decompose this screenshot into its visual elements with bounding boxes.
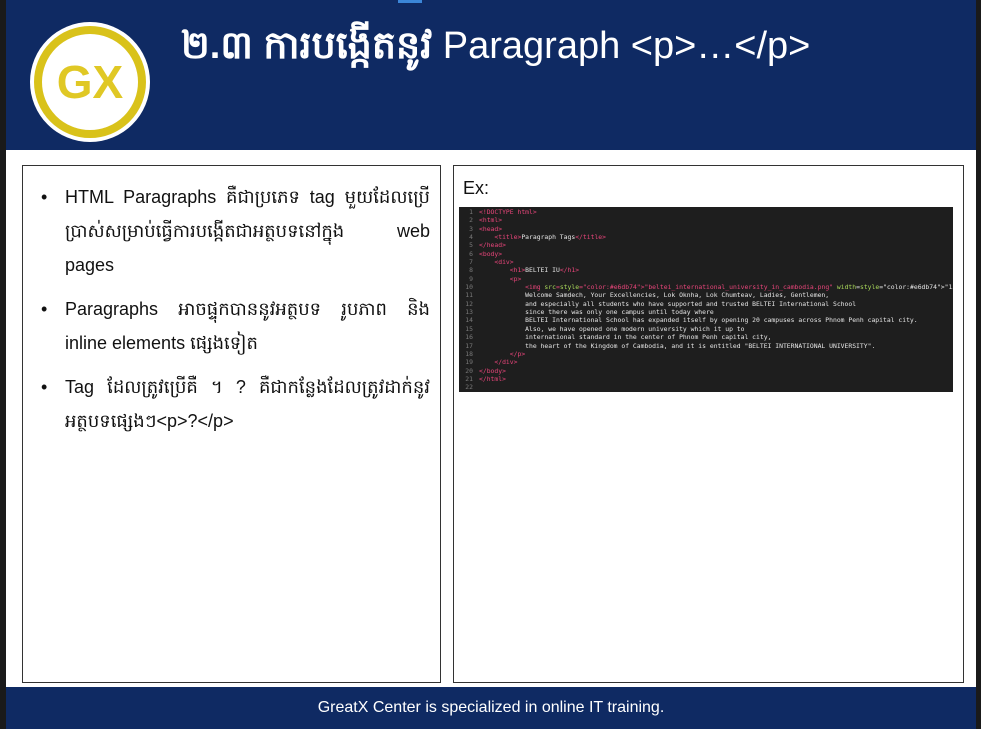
greatx-logo: GX [30, 22, 150, 142]
code-line: 8 <h1>BELTEI IU</h1> [459, 266, 953, 274]
code-text: Also, we have opened one modern universi… [479, 324, 745, 333]
line-number: 7 [469, 258, 473, 267]
code-text: </body> [479, 366, 506, 375]
code-line: 14 BELTEI International School has expan… [459, 316, 953, 324]
code-text: <head> [479, 224, 503, 233]
code-text: since there was only one campus until to… [479, 308, 714, 317]
line-number: 1 [469, 208, 473, 216]
bullet-item: • Paragraphs អាចផ្ទុកបាននូវអត្ថបទ រូបភាព … [41, 299, 430, 353]
code-text: <body> [479, 249, 503, 258]
code-text: </html> [479, 374, 506, 383]
code-text: <html> [479, 216, 503, 225]
code-line: 12 and especially all students who have … [459, 300, 953, 308]
line-number: 5 [469, 241, 473, 250]
line-number: 3 [469, 224, 473, 233]
code-line: 7 <div> [459, 258, 953, 266]
title-en: Paragraph <p>…</p> [442, 25, 811, 67]
code-line: 4 <title>Paragraph Tags</title> [459, 233, 953, 241]
line-number: 9 [469, 274, 473, 283]
code-text: </p> [509, 349, 526, 358]
footer-bar: GreatX Center is specialized in online I… [6, 687, 976, 729]
code-line: 13 since there was only one campus until… [459, 308, 953, 316]
code-line: 19 </div> [459, 358, 953, 366]
bullet-item: • Tag ដែលត្រូវប្រើគឺ ។ ? គឺជាកន្លែងដែលត្រ… [41, 377, 430, 431]
line-number: 21 [465, 374, 473, 383]
line-number: 2 [469, 216, 473, 225]
line-number: 15 [465, 324, 473, 333]
code-line: 11 Welcome Samdech, Your Excellencies, L… [459, 291, 953, 299]
code-line: 16 international standard in the center … [459, 333, 953, 341]
code-text: and especially all students who have sup… [479, 299, 857, 308]
line-number: 6 [469, 249, 473, 258]
line-number: 20 [465, 366, 473, 375]
code-text: <img src=style="color:#e6db74">"beltei_i… [525, 283, 953, 292]
code-line: 2 <html> [459, 216, 953, 224]
line-number: 16 [465, 333, 473, 342]
left-panel: • HTML Paragraphs គឺជាប្រភេទ tag មួយដែលប្… [22, 165, 441, 683]
code-line: 15 Also, we have opened one modern unive… [459, 325, 953, 333]
line-number: 17 [465, 341, 473, 350]
footer-text: GreatX Center is specialized in online I… [317, 699, 665, 716]
code-line: 1 <!DOCTYPE html> [459, 208, 953, 216]
bullet-item: • HTML Paragraphs គឺជាប្រភេទ tag មួយដែលប្… [41, 187, 430, 275]
code-text: <p> [509, 274, 522, 283]
code-line: 9 <p> [459, 275, 953, 283]
code-text: international standard in the center of … [479, 333, 772, 342]
line-number: 13 [465, 308, 473, 317]
line-number: 10 [465, 283, 473, 292]
code-text: Welcome Samdech, Your Excellencies, Lok … [479, 291, 830, 300]
code-line: 21 </html> [459, 375, 953, 383]
code-text: <!DOCTYPE html> [479, 208, 537, 216]
code-line: 22 [459, 383, 953, 391]
line-number: 8 [469, 266, 473, 275]
code-text: <title>Paragraph Tags</title> [494, 233, 606, 242]
code-text: </div> [494, 358, 518, 367]
code-text: <h1>BELTEI IU</h1> [509, 266, 580, 275]
code-line: 6 <body> [459, 250, 953, 258]
example-label: Ex: [463, 178, 490, 198]
code-text: BELTEI International School has expanded… [479, 316, 918, 325]
code-line: 3 <head> [459, 225, 953, 233]
line-number: 12 [465, 299, 473, 308]
page-title: ២.៣ ការបង្កើតនូវ Paragraph <p>…</p> [181, 18, 810, 74]
code-line: 18 </p> [459, 350, 953, 358]
top-accent-line [398, 0, 422, 3]
line-number: 18 [465, 349, 473, 358]
line-number: 11 [465, 291, 473, 300]
logo-text: GX [57, 56, 124, 108]
bullet-list: • HTML Paragraphs គឺជាប្រភេទ tag មួយដែលប្… [23, 166, 440, 438]
code-line: 17 the heart of the Kingdom of Cambodia,… [459, 342, 953, 350]
right-panel: Ex: 1 <!DOCTYPE html> 2 <html> 3 <head> 4 <tit… [453, 165, 964, 683]
line-number: 4 [469, 233, 473, 242]
code-text: the heart of the Kingdom of Cambodia, an… [479, 341, 876, 350]
title-khmer: ២.៣ ការបង្កើតនូវ [181, 25, 433, 67]
code-text: </head> [479, 241, 506, 250]
code-editor: 1 <!DOCTYPE html> 2 <html> 3 <head> 4 <title>P… [459, 207, 953, 392]
slide: GX ២.៣ ការបង្កើតនូវ Paragraph <p>…</p> •… [6, 0, 976, 729]
code-line: 20 </body> [459, 367, 953, 375]
code-text: <div> [494, 258, 514, 267]
line-number: 19 [465, 358, 473, 367]
line-number: 14 [465, 316, 473, 325]
code-line: 5 </head> [459, 241, 953, 249]
header-bar: GX ២.៣ ការបង្កើតនូវ Paragraph <p>…</p> [6, 0, 976, 150]
code-line: 10 <img src=style="color:#e6db74">"belte… [459, 283, 953, 291]
line-number: 22 [465, 383, 473, 392]
